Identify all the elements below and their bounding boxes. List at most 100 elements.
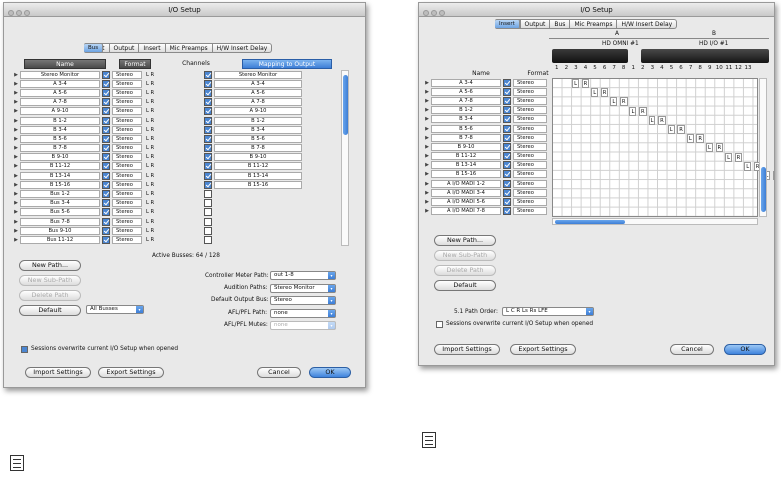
map-to-output-checkbox[interactable] — [204, 199, 212, 208]
disclosure-triangle-icon[interactable]: ▶ — [12, 90, 20, 96]
bus-name-field[interactable]: B 1-2 — [20, 116, 100, 125]
table-row[interactable]: ▶ A I/O MADI 5-6 Stereo — [423, 197, 547, 207]
bus-format-field[interactable]: Stereo — [112, 153, 142, 162]
table-row[interactable]: ▶ B 13-14 Stereo L RB 13-14 — [12, 171, 302, 180]
insert-assignment-cell[interactable]: R — [772, 171, 774, 180]
map-to-output-checkbox[interactable] — [204, 88, 212, 97]
insert-name-field[interactable]: B 11-12 — [431, 152, 501, 161]
right-title-bar[interactable]: I/O Setup — [419, 3, 774, 17]
meter-path-select[interactable]: out 1-8 ▾ — [270, 271, 336, 280]
bus-name-field[interactable]: Bus 7-8 — [20, 217, 100, 226]
afl-pfl-path-select[interactable]: none ▾ — [270, 309, 336, 318]
bus-format-field[interactable]: Stereo — [112, 98, 142, 107]
insert-assignment-cell[interactable]: R — [600, 88, 609, 98]
tab-bus[interactable]: Bus — [84, 43, 104, 53]
insert-assignment-cell[interactable]: R — [581, 79, 590, 88]
bus-format-field[interactable]: Stereo — [112, 88, 142, 97]
insert-assignment-cell[interactable]: L — [591, 88, 599, 98]
new-path-button[interactable]: New Path... — [434, 235, 496, 246]
overwrite-checkbox[interactable] — [21, 346, 28, 353]
disclosure-triangle-icon[interactable]: ▶ — [423, 126, 431, 132]
disclosure-triangle-icon[interactable]: ▶ — [12, 145, 20, 151]
map-to-output-checkbox[interactable] — [204, 162, 212, 171]
left-title-bar[interactable]: I/O Setup — [4, 3, 365, 17]
disclosure-triangle-icon[interactable]: ▶ — [12, 191, 20, 197]
bus-format-field[interactable]: Stereo — [112, 70, 142, 79]
bus-name-field[interactable]: Bus 9-10 — [20, 226, 100, 235]
disclosure-triangle-icon[interactable]: ▶ — [12, 219, 20, 225]
path-order-select[interactable]: L C R Ls Rs LFE ▾ — [502, 307, 594, 316]
insert-assignment-grid[interactable]: LRLRLRLRLRLRLRLRLRLRLR — [552, 78, 774, 217]
bus-name-field[interactable]: Bus 5-6 — [20, 208, 100, 217]
bus-name-field[interactable]: A 9-10 — [20, 107, 100, 116]
insert-name-field[interactable]: A 5-6 — [431, 87, 501, 96]
insert-assignment-cell[interactable]: R — [639, 106, 647, 116]
map-to-output-checkbox[interactable] — [204, 208, 212, 217]
map-to-output-checkbox[interactable] — [204, 107, 212, 116]
table-row[interactable]: ▶ Bus 7-8 Stereo L R — [12, 217, 302, 226]
bus-active-checkbox[interactable] — [102, 88, 110, 97]
bus-active-checkbox[interactable] — [102, 116, 110, 125]
ok-button[interactable]: OK — [309, 367, 351, 378]
disclosure-triangle-icon[interactable]: ▶ — [12, 154, 20, 160]
insert-assignment-cell[interactable]: L — [629, 106, 637, 116]
bus-active-checkbox[interactable] — [102, 107, 110, 116]
export-settings-button[interactable]: Export Settings — [98, 367, 164, 378]
disclosure-triangle-icon[interactable]: ▶ — [423, 80, 431, 86]
disclosure-triangle-icon[interactable]: ▶ — [12, 99, 20, 105]
disclosure-triangle-icon[interactable]: ▶ — [423, 144, 431, 150]
ok-button[interactable]: OK — [724, 344, 766, 355]
disclosure-triangle-icon[interactable]: ▶ — [12, 200, 20, 206]
bus-name-field[interactable]: A 7-8 — [20, 98, 100, 107]
insert-active-checkbox[interactable] — [503, 161, 511, 170]
map-to-output-field[interactable]: B 13-14 — [214, 171, 302, 180]
table-row[interactable]: ▶ A 7-8 Stereo — [423, 96, 547, 105]
window-controls[interactable] — [423, 7, 447, 21]
insert-format-field[interactable]: Stereo — [513, 188, 547, 197]
window-controls[interactable] — [8, 7, 32, 21]
tab-bus[interactable]: Bus — [550, 19, 571, 29]
map-to-output-field[interactable]: B 11-12 — [214, 162, 302, 171]
tab-mic-preamps[interactable]: Mic Preamps — [165, 43, 213, 53]
insert-active-checkbox[interactable] — [503, 142, 511, 151]
disclosure-triangle-icon[interactable]: ▶ — [12, 237, 20, 243]
disclosure-triangle-icon[interactable]: ▶ — [423, 98, 431, 104]
insert-name-field[interactable]: B 5-6 — [431, 124, 501, 133]
insert-name-field[interactable]: A I/O MADI 7-8 — [431, 207, 501, 216]
bus-active-checkbox[interactable] — [102, 98, 110, 107]
right-vertical-scrollbar[interactable] — [759, 78, 767, 217]
insert-active-checkbox[interactable] — [503, 78, 511, 87]
map-to-output-checkbox[interactable] — [204, 235, 212, 244]
bus-format-field[interactable]: Stereo — [112, 208, 142, 217]
disclosure-triangle-icon[interactable]: ▶ — [12, 209, 20, 215]
insert-active-checkbox[interactable] — [503, 170, 511, 179]
disclosure-triangle-icon[interactable]: ▶ — [423, 208, 431, 214]
table-row[interactable]: ▶ A 9-10 Stereo L RA 9-10 — [12, 107, 302, 116]
disclosure-triangle-icon[interactable]: ▶ — [12, 173, 20, 179]
tab-output[interactable]: Output — [109, 43, 140, 53]
map-to-output-field[interactable]: A 9-10 — [214, 107, 302, 116]
tab-h-w-insert-delay[interactable]: H/W Insert Delay — [212, 43, 273, 53]
insert-assignment-cell[interactable]: R — [696, 134, 704, 144]
insert-format-field[interactable]: Stereo — [513, 142, 547, 151]
table-row[interactable]: ▶ A I/O MADI 3-4 Stereo — [423, 188, 547, 197]
disclosure-triangle-icon[interactable]: ▶ — [423, 153, 431, 159]
export-settings-button[interactable]: Export Settings — [510, 344, 576, 355]
map-to-output-field[interactable]: B 1-2 — [214, 116, 302, 125]
bus-active-checkbox[interactable] — [102, 171, 110, 180]
left-format-header[interactable]: Format — [119, 59, 151, 69]
insert-assignment-cell[interactable]: L — [686, 134, 694, 144]
insert-format-field[interactable]: Stereo — [513, 115, 547, 124]
map-to-output-field[interactable]: A 7-8 — [214, 98, 302, 107]
table-row[interactable]: ▶ Stereo Monitor Stereo L R Stereo Monitor — [12, 70, 302, 79]
table-row[interactable]: ▶ B 3-4 Stereo — [423, 115, 547, 124]
table-row[interactable]: ▶ A 5-6 Stereo L RA 5-6 — [12, 88, 302, 97]
disclosure-triangle-icon[interactable]: ▶ — [423, 162, 431, 168]
map-to-output-checkbox[interactable] — [204, 125, 212, 134]
insert-name-field[interactable]: A I/O MADI 5-6 — [431, 198, 501, 207]
table-row[interactable]: ▶ B 15-16 Stereo — [423, 170, 547, 179]
table-row[interactable]: ▶ Bus 9-10 Stereo L R — [12, 226, 302, 235]
import-settings-button[interactable]: Import Settings — [434, 344, 500, 355]
overwrite-checkbox[interactable] — [436, 321, 443, 328]
import-settings-button[interactable]: Import Settings — [25, 367, 91, 378]
